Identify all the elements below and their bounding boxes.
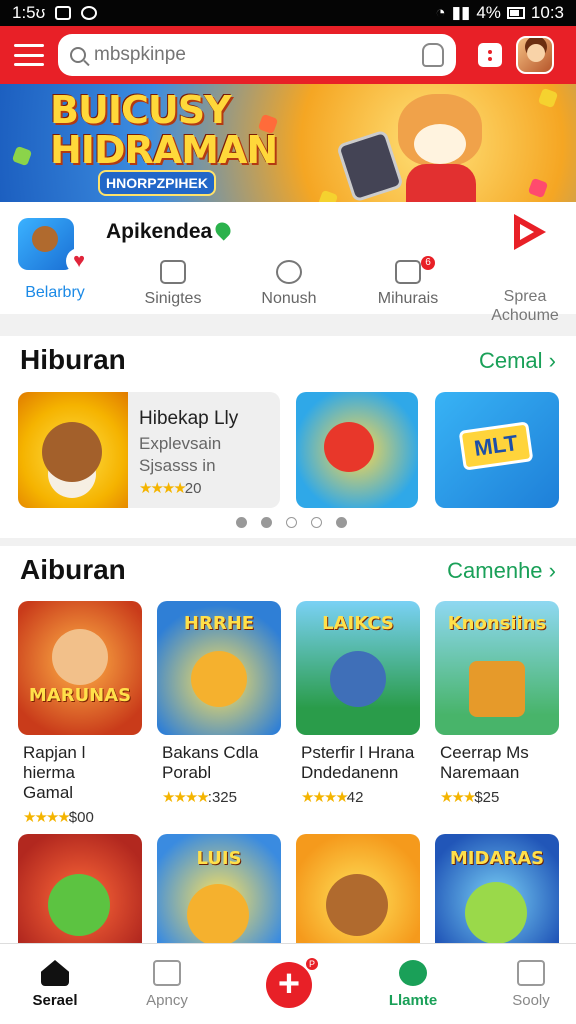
add-badge: P bbox=[304, 956, 320, 972]
game-thumbnail: LAIKCS bbox=[296, 601, 420, 735]
notification-icon bbox=[55, 6, 72, 20]
quick-nav: ♥ Apikendea Belarbry Sinigtes Nonush 6 M… bbox=[0, 202, 576, 324]
game-tile[interactable] bbox=[18, 834, 142, 944]
nav-home[interactable]: Serael bbox=[0, 956, 110, 1009]
star-icon: ★★★★ bbox=[162, 789, 210, 806]
heart-icon: ♥ bbox=[66, 248, 92, 274]
tab-badge: 6 bbox=[421, 256, 435, 270]
circle-icon bbox=[276, 260, 302, 284]
tab-sinigtes[interactable]: Sinigtes bbox=[118, 254, 228, 308]
star-icon: ★★★★ bbox=[23, 809, 71, 826]
promo-banner[interactable]: BUICUSY HIDRAMAN HNORPZPIHEK bbox=[0, 84, 576, 202]
game-thumbnail: HRRHE bbox=[157, 601, 281, 735]
search-doc-icon bbox=[153, 960, 181, 986]
game-rating: ★★★★$00 bbox=[23, 809, 94, 826]
tab-achoume[interactable]: Spreа Achoume bbox=[470, 268, 576, 325]
section-title: Hiburan bbox=[20, 344, 126, 375]
featured-card-3[interactable]: MLT bbox=[435, 392, 559, 508]
nav-llamte[interactable]: Llamte bbox=[358, 956, 468, 1009]
tab-nonush[interactable]: Nonush bbox=[234, 254, 344, 308]
home-icon bbox=[41, 960, 69, 986]
see-more-link[interactable]: Cemal › bbox=[479, 348, 556, 374]
photo-icon bbox=[160, 260, 186, 284]
game-name: Rapjan l hierma Gamal bbox=[23, 743, 86, 802]
wifi-icon: ◔ bbox=[435, 3, 446, 22]
signal-icon: ▮▮ bbox=[451, 3, 471, 22]
carousel-dot bbox=[261, 517, 272, 528]
section-title: Aiburan bbox=[20, 554, 126, 585]
more-options-button[interactable] bbox=[478, 43, 502, 67]
game-rating: ★★★$25 bbox=[440, 789, 500, 806]
search-input[interactable] bbox=[94, 44, 422, 66]
game-thumbnail: Knonsiins bbox=[435, 601, 559, 735]
app-bar bbox=[0, 26, 576, 84]
game-tile[interactable]: Knonsiins Ceerrap Ms Naremaan ★★★$25 bbox=[435, 601, 559, 821]
game-name: Psterfir l Hrana Dndedanenn bbox=[301, 743, 415, 782]
featured-title: Hibekap Lly bbox=[139, 408, 239, 429]
game-tile[interactable]: MARUNAS Rapjan l hierma Gamal ★★★★$00 bbox=[18, 601, 142, 826]
game-tile[interactable]: LUIS bbox=[157, 834, 281, 944]
share-icon bbox=[517, 960, 545, 986]
gem-decoration bbox=[537, 87, 559, 109]
app-screen: 1:5ʊ ◔ ▮▮ 4% 10:3 BUICUSY HIDRAM bbox=[0, 0, 576, 1024]
star-icon: ★★★★ bbox=[139, 480, 187, 497]
menu-icon[interactable] bbox=[14, 44, 44, 66]
featured-card-2[interactable] bbox=[296, 392, 418, 508]
featured-rating: ★★★★20 bbox=[139, 480, 202, 497]
carousel-dot bbox=[286, 517, 297, 528]
tab-belarbry[interactable]: Belarbry bbox=[0, 284, 110, 302]
play-icon[interactable] bbox=[514, 214, 546, 250]
search-icon bbox=[70, 47, 86, 63]
mascot-illustration bbox=[390, 94, 490, 202]
featured-card[interactable]: Hibekap Lly Explevsain Sjsasss in ★★★★20 bbox=[18, 392, 280, 508]
featured-line2: Explevsain bbox=[139, 434, 222, 453]
game-artwork bbox=[18, 392, 128, 508]
app-notification-icon bbox=[81, 6, 98, 20]
status-clock: 10:3 bbox=[530, 3, 564, 22]
nav-sooly[interactable]: Sooly bbox=[476, 956, 576, 1009]
gem-decoration bbox=[317, 189, 339, 202]
location-pin-icon bbox=[212, 219, 234, 241]
gem-decoration bbox=[11, 145, 33, 167]
carousel-dot bbox=[336, 517, 347, 528]
profile-avatar[interactable] bbox=[516, 36, 554, 74]
banner-subtitle: HNORPZPIHEK bbox=[98, 170, 216, 196]
battery-percent: 4% bbox=[476, 3, 501, 22]
image-icon bbox=[395, 260, 421, 284]
featured-line3: Sjsasss in bbox=[139, 456, 216, 475]
game-tile[interactable]: MIDARAS bbox=[435, 834, 559, 944]
star-icon: ★★★ bbox=[440, 789, 476, 806]
status-time: 1:5ʊ bbox=[12, 3, 46, 22]
game-name: Bakans Cdla Porabl bbox=[162, 743, 259, 782]
gem-decoration bbox=[527, 177, 549, 199]
search-bar[interactable] bbox=[58, 34, 456, 76]
status-bar: 1:5ʊ ◔ ▮▮ 4% 10:3 bbox=[0, 0, 576, 26]
game-name: Ceerrap Ms Naremaan bbox=[440, 743, 529, 782]
nav-apncy[interactable]: Apncy bbox=[112, 956, 222, 1009]
carousel-dot bbox=[311, 517, 322, 528]
game-rating: ★★★★42 bbox=[301, 789, 364, 806]
game-tile[interactable]: HRRHE Bakans Cdla Porabl ★★★★:325 bbox=[157, 601, 281, 821]
star-icon: ★★★★ bbox=[301, 789, 349, 806]
game-tile[interactable]: LAIKCS Psterfir l Hrana Dndedanenn ★★★★42 bbox=[296, 601, 420, 821]
game-tile[interactable] bbox=[296, 834, 420, 944]
carousel-dots[interactable] bbox=[236, 517, 347, 528]
live-icon bbox=[399, 960, 427, 986]
banner-title: BUICUSY HIDRAMAN bbox=[50, 88, 278, 172]
battery-icon bbox=[506, 7, 525, 19]
tab-mihurais[interactable]: 6 Mihurais bbox=[353, 254, 463, 308]
app-name: Apikendea bbox=[106, 220, 213, 243]
carousel-dot bbox=[236, 517, 247, 528]
see-more-link[interactable]: Camenhe › bbox=[447, 558, 556, 584]
card-label: MLT bbox=[458, 421, 534, 471]
game-thumbnail: MARUNAS bbox=[18, 601, 142, 735]
gesture-icon[interactable] bbox=[422, 43, 444, 67]
game-rating: ★★★★:325 bbox=[162, 789, 237, 806]
bottom-nav: Serael Apncy + P Llamte Sooly bbox=[0, 943, 576, 1024]
